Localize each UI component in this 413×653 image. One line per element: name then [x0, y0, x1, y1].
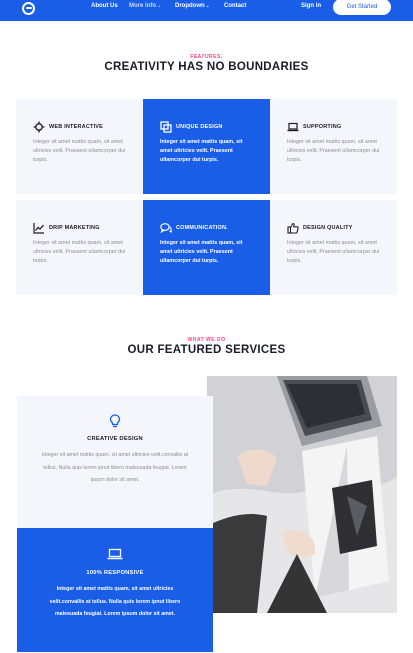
lightbulb-icon [39, 414, 191, 428]
laptop-icon [39, 548, 191, 562]
service-card-creative-design: CREATIVE DESIGN Integer sit amet mattis … [17, 396, 213, 528]
card-text: Integer sit amet mattis quam, sit amet u… [33, 139, 126, 163]
services-eyebrow: WHAT WE DO [187, 337, 226, 343]
laptop-icon [287, 121, 299, 133]
sign-in-link[interactable]: Sign in [301, 3, 321, 9]
feature-card-web-interactive: WEB INTERACTIVE Integer sit amet mattis … [16, 99, 143, 194]
card-text: Integer sit amet mattis quam, sit amet u… [287, 240, 380, 264]
card-title: COMMUNICATION. [176, 225, 228, 231]
card-title: DESIGN QUALITY [303, 225, 353, 231]
feature-card-supporting: SUPPORTING Integer sit amet mattis quam,… [270, 99, 397, 194]
service-text: Integer sit amet mattis quam, sit amet u… [41, 452, 189, 483]
crosshair-icon [33, 121, 45, 133]
features-eyebrow: FEATURES. [190, 54, 223, 60]
chevron-down-icon: ⌄ [205, 3, 210, 9]
card-title: SUPPORTING [303, 124, 342, 130]
nav-link-label: More info [129, 3, 156, 9]
features-title: CREATIVITY HAS NO BOUNDARIES [104, 61, 309, 73]
feature-card-drip-marketing: DRIP MARKETING Integer sit amet mattis q… [16, 200, 143, 295]
nav-link-more-info[interactable]: More info⌄ [129, 3, 161, 9]
card-title: WEB INTERACTIVE [49, 124, 104, 130]
feature-card-unique-design: UNIQUE DESIGN Integer sit amet mattis qu… [143, 99, 270, 194]
chat-icon [160, 222, 172, 234]
card-text: Integer sit amet mattis quam, sit amet u… [287, 139, 380, 163]
chart-icon [33, 222, 45, 234]
service-card-responsive: 100% RESPONSIVE Integer sit amet mattis … [17, 528, 213, 652]
logo-icon[interactable] [22, 2, 35, 15]
services-photo [207, 376, 397, 613]
card-text: Integer sit amet mattis quam, sit amet u… [160, 139, 243, 163]
copy-icon [160, 121, 172, 133]
top-navbar: About Us More info⌄ Dropdown⌄ Contact Si… [0, 0, 413, 21]
nav-link-contact[interactable]: Contact [224, 3, 246, 9]
service-title: CREATIVE DESIGN [87, 436, 143, 442]
services-title: OUR FEATURED SERVICES [127, 344, 286, 356]
card-title: UNIQUE DESIGN [176, 124, 223, 130]
get-started-button[interactable]: Get Started [333, 0, 391, 15]
feature-card-design-quality: DESIGN QUALITY Integer sit amet mattis q… [270, 200, 397, 295]
nav-link-about-us[interactable]: About Us [91, 3, 118, 9]
nav-link-label: Dropdown [175, 3, 205, 9]
card-text: Integer sit amet mattis quam, sit amet u… [33, 240, 126, 264]
feature-card-communication: COMMUNICATION. Integer sit amet mattis q… [143, 200, 270, 295]
nav-link-dropdown[interactable]: Dropdown⌄ [175, 3, 210, 9]
card-text: Integer sit amet mattis quam, sit amet u… [160, 240, 243, 264]
chevron-down-icon: ⌄ [157, 3, 162, 9]
card-title: DRIP MARKETING [49, 225, 100, 231]
service-text: Integer sit amet mattis quam, sit amet u… [49, 586, 181, 617]
thumbs-up-icon [287, 222, 299, 234]
service-title: 100% RESPONSIVE [86, 570, 144, 576]
